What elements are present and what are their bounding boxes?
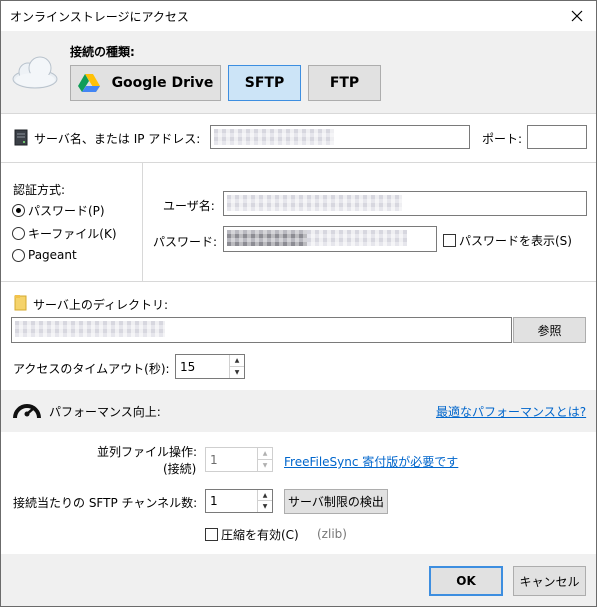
divider bbox=[1, 113, 596, 114]
parallel-ops-spinner[interactable]: 1 ▲ ▼ bbox=[205, 447, 273, 472]
show-password-label: パスワードを表示(S) bbox=[459, 234, 572, 248]
radio-password-label: パスワード(P) bbox=[28, 204, 105, 218]
speedometer-icon bbox=[13, 404, 41, 419]
ok-label: OK bbox=[456, 574, 476, 588]
performance-header: パフォーマンス向上: 最適なパフォーマンスとは? bbox=[1, 390, 596, 432]
port-input[interactable] bbox=[527, 125, 587, 149]
timeout-value: 15 bbox=[180, 359, 196, 374]
redacted-password bbox=[227, 230, 307, 246]
server-icon bbox=[14, 129, 28, 146]
performance-help-link[interactable]: 最適なパフォーマンスとは? bbox=[436, 403, 586, 420]
cancel-label: キャンセル bbox=[519, 574, 580, 589]
directory-label: サーバ上のディレクトリ: bbox=[33, 298, 169, 312]
compression-label: 圧縮を有効(C) bbox=[221, 528, 299, 542]
divider bbox=[1, 281, 596, 282]
radio-keyfile-dot bbox=[12, 227, 25, 240]
redacted-directory bbox=[15, 321, 165, 337]
close-icon bbox=[571, 10, 583, 22]
radio-password[interactable]: パスワード(P) bbox=[12, 202, 105, 219]
google-drive-button[interactable]: Google Drive bbox=[70, 65, 221, 101]
detect-server-limit-label: サーバ制限の検出 bbox=[288, 495, 384, 509]
parallel-spin-buttons[interactable]: ▲ ▼ bbox=[257, 448, 272, 471]
compression-note: (zlib) bbox=[317, 527, 347, 541]
ftp-button[interactable]: FTP bbox=[308, 65, 381, 101]
google-drive-label: Google Drive bbox=[111, 75, 214, 91]
title-bar: オンラインストレージにアクセス bbox=[1, 1, 596, 31]
redacted-username bbox=[227, 195, 402, 211]
redacted-server bbox=[214, 129, 334, 145]
detect-server-limit-button[interactable]: サーバ制限の検出 bbox=[284, 489, 388, 514]
auth-method-label: 認証方式: bbox=[13, 183, 66, 197]
server-input[interactable] bbox=[210, 125, 470, 149]
sftp-label: SFTP bbox=[244, 75, 285, 91]
google-drive-icon bbox=[77, 74, 100, 92]
spin-down-icon[interactable]: ▼ bbox=[258, 501, 272, 512]
radio-keyfile-label: キーファイル(K) bbox=[28, 227, 117, 241]
browse-label: 参照 bbox=[537, 323, 562, 338]
parallel-label-line1: 並列ファイル操作: bbox=[97, 445, 198, 459]
spin-down-icon[interactable]: ▼ bbox=[258, 460, 272, 472]
divider bbox=[1, 162, 596, 163]
timeout-spinner[interactable]: 15 ▲ ▼ bbox=[175, 354, 245, 379]
spin-down-icon[interactable]: ▼ bbox=[230, 367, 244, 379]
timeout-label: アクセスのタイムアウト(秒): bbox=[13, 362, 170, 376]
folder-icon bbox=[14, 295, 27, 311]
auth-divider bbox=[142, 163, 143, 281]
dialog-window: オンラインストレージにアクセス 接続の種類: Google Drive SFTP… bbox=[0, 0, 597, 607]
ftp-label: FTP bbox=[329, 75, 360, 91]
radio-pageant-dot bbox=[12, 248, 25, 262]
connection-type-section: 接続の種類: Google Drive SFTP FTP bbox=[1, 31, 596, 113]
radio-keyfile[interactable]: キーファイル(K) bbox=[12, 225, 117, 242]
radio-password-dot bbox=[12, 204, 25, 217]
dialog-footer: OK キャンセル bbox=[1, 554, 596, 606]
password-input[interactable] bbox=[223, 226, 437, 252]
compression-checkbox[interactable]: 圧縮を有効(C) bbox=[205, 526, 299, 543]
cloud-icon bbox=[12, 56, 58, 89]
ok-button[interactable]: OK bbox=[429, 566, 503, 596]
performance-title: パフォーマンス向上: bbox=[49, 405, 161, 419]
show-password-checkbox[interactable]: パスワードを表示(S) bbox=[443, 232, 572, 249]
close-button[interactable] bbox=[564, 3, 590, 29]
server-label: サーバ名、または IP アドレス: bbox=[34, 132, 201, 146]
window-title: オンラインストレージにアクセス bbox=[10, 10, 189, 24]
channels-label: 接続当たりの SFTP チャンネル数: bbox=[13, 496, 198, 510]
show-password-box bbox=[443, 234, 456, 247]
port-label: ポート: bbox=[482, 132, 523, 146]
donation-link[interactable]: FreeFileSync 寄付版が必要です bbox=[284, 453, 458, 470]
timeout-spin-buttons[interactable]: ▲ ▼ bbox=[229, 355, 244, 378]
channels-value: 1 bbox=[210, 494, 218, 508]
sftp-button[interactable]: SFTP bbox=[228, 65, 301, 101]
channels-spinner[interactable]: 1 ▲ ▼ bbox=[205, 489, 273, 513]
parallel-ops-value: 1 bbox=[210, 452, 218, 467]
spin-up-icon[interactable]: ▲ bbox=[258, 490, 272, 501]
redacted-password-tail bbox=[307, 230, 407, 246]
password-label: パスワード: bbox=[153, 235, 218, 249]
channels-spin-buttons[interactable]: ▲ ▼ bbox=[257, 490, 272, 512]
browse-button[interactable]: 参照 bbox=[513, 317, 586, 343]
parallel-label-line2: (接続) bbox=[163, 462, 197, 476]
spin-up-icon[interactable]: ▲ bbox=[258, 448, 272, 460]
radio-pageant[interactable]: Pageant bbox=[12, 248, 77, 262]
compression-box bbox=[205, 528, 218, 541]
username-input[interactable] bbox=[223, 191, 587, 216]
connection-type-label: 接続の種類: bbox=[70, 45, 135, 59]
spin-up-icon[interactable]: ▲ bbox=[230, 355, 244, 367]
directory-input[interactable] bbox=[11, 317, 512, 343]
radio-pageant-label: Pageant bbox=[28, 248, 77, 262]
username-label: ユーザ名: bbox=[163, 199, 215, 213]
cancel-button[interactable]: キャンセル bbox=[513, 566, 586, 596]
